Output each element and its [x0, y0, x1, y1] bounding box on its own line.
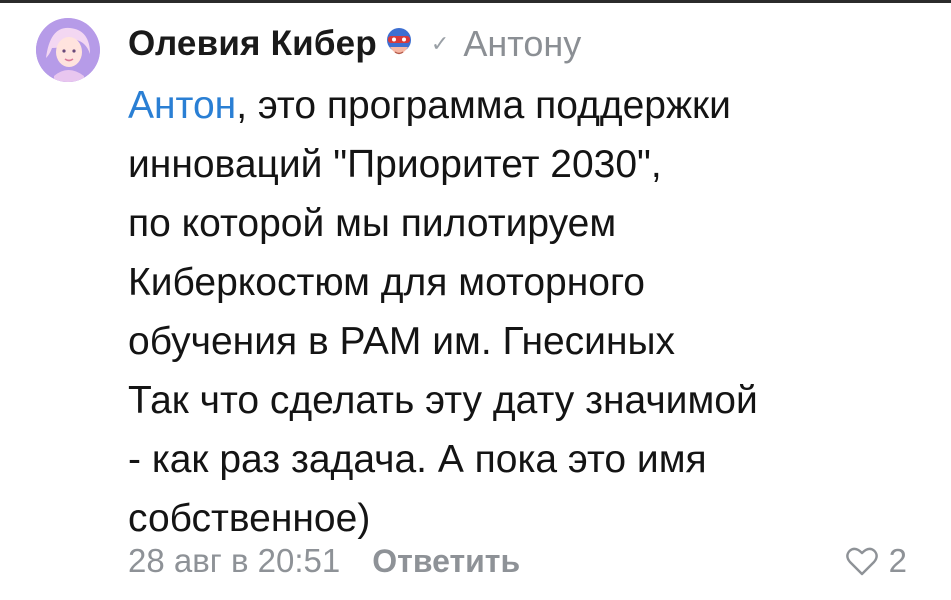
- comment-date: 28 авг в 20:51: [128, 542, 341, 579]
- comment-line-1-text: , это программа поддержки: [236, 84, 731, 127]
- reply-button[interactable]: Ответить: [372, 543, 520, 580]
- top-divider: [0, 0, 951, 3]
- mention-link[interactable]: Антон: [128, 84, 236, 127]
- comment-line-1: Антон, это программа поддержки: [128, 76, 758, 135]
- check-icon: ✓: [430, 31, 450, 56]
- superhero-mask-icon: [383, 27, 415, 61]
- like-button[interactable]: 2: [845, 536, 907, 586]
- author-name[interactable]: Олевия Кибер: [128, 24, 377, 64]
- reply-to-name[interactable]: Антону: [463, 23, 581, 65]
- comment-text: Антон, это программа поддержки инноваций…: [128, 76, 758, 548]
- comment-line-4: Киберкостюм для моторного: [128, 261, 645, 304]
- comment-header: Олевия Кибер ✓ Антону: [128, 18, 581, 70]
- comment-line-6: Так что сделать эту дату значимой: [128, 379, 758, 422]
- avatar-image: [36, 18, 100, 82]
- comment-footer: 28 авг в 20:51 Ответить: [128, 536, 520, 586]
- user-avatar[interactable]: [36, 18, 100, 82]
- comment-line-3: по которой мы пилотируем: [128, 202, 617, 245]
- heart-icon: [845, 547, 878, 576]
- comment-line-2: инноваций "Приоритет 2030",: [128, 143, 662, 186]
- comment-line-7: - как раз задача. А пока это имя: [128, 438, 707, 481]
- comment-line-5: обучения в РАМ им. Гнесиных: [128, 320, 676, 363]
- like-count: 2: [888, 542, 907, 579]
